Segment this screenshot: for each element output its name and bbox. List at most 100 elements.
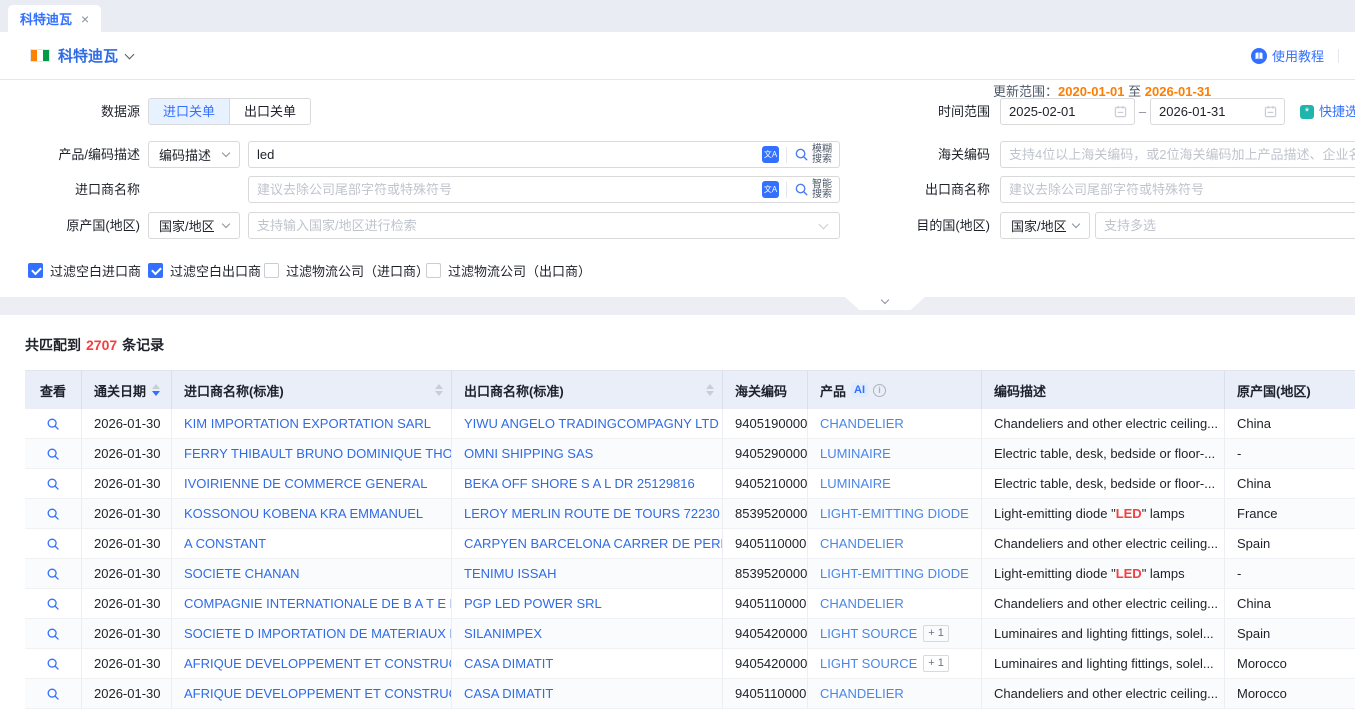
exporter-link[interactable]: PGP LED POWER SRL [464, 596, 602, 611]
row-date: 2026-01-30 [82, 409, 172, 438]
magnifier-icon[interactable] [46, 537, 60, 551]
importer-link[interactable]: KIM IMPORTATION EXPORTATION SARL [184, 416, 431, 431]
product-link[interactable]: CHANDELIER [820, 416, 904, 431]
magnifier-icon[interactable] [46, 417, 60, 431]
checkbox-filter-logistics-exporter[interactable]: 过滤物流公司（出口商） [426, 261, 591, 280]
product-type-select[interactable]: 编码描述 [148, 141, 240, 168]
exporter-link[interactable]: CARPYEN BARCELONA CARRER DE PERE IV [464, 536, 723, 551]
product-link[interactable]: LUMINAIRE [820, 476, 891, 491]
product-link[interactable]: LIGHT-EMITTING DIODE [820, 506, 969, 521]
hs-code: 8539520000 [723, 559, 808, 588]
column-header-exporter[interactable]: 出口商名称(标准) [452, 371, 723, 409]
code-description: Light-emitting diode "LED" lamps [982, 559, 1225, 588]
book-icon [1251, 48, 1267, 64]
start-date-input[interactable] [1000, 98, 1135, 125]
origin-country-input[interactable] [249, 213, 820, 238]
magnifier-icon[interactable] [46, 657, 60, 671]
row-date: 2026-01-30 [82, 649, 172, 678]
tutorial-button[interactable]: 使用教程 [1251, 46, 1324, 65]
sort-icon[interactable] [152, 384, 160, 396]
sort-icon[interactable] [706, 384, 714, 396]
exporter-link[interactable]: TENIMU ISSAH [464, 566, 556, 581]
view-row-button[interactable] [25, 469, 82, 498]
view-row-button[interactable] [25, 589, 82, 618]
magnifier-icon[interactable] [46, 627, 60, 641]
exporter-link[interactable]: LEROY MERLIN ROUTE DE TOURS 72230 M [464, 506, 723, 521]
tab-import-declarations[interactable]: 进口关单 [149, 99, 229, 124]
exporter-link[interactable]: SILANIMPEX [464, 626, 542, 641]
sort-icon[interactable] [435, 384, 443, 396]
close-icon[interactable]: × [81, 12, 89, 26]
plus-badge[interactable]: + 1 [923, 655, 949, 672]
product-link[interactable]: LIGHT SOURCE [820, 656, 917, 671]
start-date-value[interactable] [1001, 99, 1114, 124]
end-date-value[interactable] [1151, 99, 1264, 124]
importer-link[interactable]: A CONSTANT [184, 536, 266, 551]
view-row-button[interactable] [25, 679, 82, 708]
importer-link[interactable]: KOSSONOU KOBENA KRA EMMANUEL [184, 506, 423, 521]
translate-icon[interactable]: 文A [762, 146, 779, 163]
importer-cell: SOCIETE D IMPORTATION DE MATERIAUX E... [172, 619, 452, 648]
exporter-link[interactable]: CASA DIMATIT [464, 686, 553, 701]
translate-icon[interactable]: 文A [762, 181, 779, 198]
checkbox-filter-blank-importer[interactable]: 过滤空白进口商 [28, 261, 141, 280]
product-link[interactable]: CHANDELIER [820, 686, 904, 701]
importer-input[interactable] [249, 177, 762, 202]
column-header-importer[interactable]: 进口商名称(标准) [172, 371, 452, 409]
product-link[interactable]: LUMINAIRE [820, 446, 891, 461]
product-search-input[interactable] [249, 142, 762, 167]
view-row-button[interactable] [25, 649, 82, 678]
origin-type-select-value: 国家/地区 [159, 216, 215, 235]
exporter-link[interactable]: YIWU ANGELO TRADINGCOMPAGNY LTD [464, 416, 719, 431]
product-link[interactable]: CHANDELIER [820, 596, 904, 611]
smart-search-button[interactable]: 智能搜索 [794, 180, 839, 200]
product-link[interactable]: LIGHT-EMITTING DIODE [820, 566, 969, 581]
importer-cell: A CONSTANT [172, 529, 452, 558]
checkbox-filter-blank-exporter[interactable]: 过滤空白出口商 [148, 261, 261, 280]
magnifier-icon[interactable] [46, 597, 60, 611]
destination-type-select[interactable]: 国家/地区 [1000, 212, 1090, 239]
exporter-input[interactable] [1001, 177, 1355, 202]
magnifier-icon[interactable] [46, 477, 60, 491]
hs-code-box [1000, 141, 1355, 168]
product-link[interactable]: LIGHT SOURCE [820, 626, 917, 641]
importer-link[interactable]: IVOIRIENNE DE COMMERCE GENERAL [184, 476, 427, 491]
plus-badge[interactable]: + 1 [923, 625, 949, 642]
exporter-link[interactable]: OMNI SHIPPING SAS [464, 446, 593, 461]
exporter-link[interactable]: CASA DIMATIT [464, 656, 553, 671]
chevron-down-icon[interactable] [125, 50, 135, 60]
magnifier-icon[interactable] [46, 567, 60, 581]
info-icon[interactable]: i [873, 384, 886, 397]
view-row-button[interactable] [25, 559, 82, 588]
end-date-input[interactable] [1150, 98, 1285, 125]
importer-link[interactable]: FERRY THIBAULT BRUNO DOMINIQUE THO... [184, 446, 452, 461]
product-link[interactable]: CHANDELIER [820, 536, 904, 551]
destination-country-input[interactable] [1096, 213, 1355, 238]
magnifier-icon[interactable] [46, 507, 60, 521]
exporter-link[interactable]: BEKA OFF SHORE S A L DR 25129816 [464, 476, 695, 491]
row-date: 2026-01-30 [82, 679, 172, 708]
magnifier-icon[interactable] [46, 447, 60, 461]
importer-link[interactable]: COMPAGNIE INTERNATIONALE DE B A T E R [184, 596, 452, 611]
tab-export-declarations[interactable]: 出口关单 [229, 99, 310, 124]
importer-link[interactable]: AFRIQUE DEVELOPPEMENT ET CONSTRUCT... [184, 656, 452, 671]
tab-cote-divoire[interactable]: 科特迪瓦 × [8, 5, 101, 32]
view-row-button[interactable] [25, 619, 82, 648]
importer-link[interactable]: AFRIQUE DEVELOPPEMENT ET CONSTRUCT... [184, 686, 452, 701]
country-title[interactable]: 科特迪瓦 [58, 45, 118, 66]
view-row-button[interactable] [25, 439, 82, 468]
collapse-filters-button[interactable] [845, 297, 925, 310]
importer-link[interactable]: SOCIETE D IMPORTATION DE MATERIAUX E... [184, 626, 452, 641]
importer-link[interactable]: SOCIETE CHANAN [184, 566, 300, 581]
hs-code-input[interactable] [1001, 142, 1355, 167]
origin-type-select[interactable]: 国家/地区 [148, 212, 240, 239]
view-row-button[interactable] [25, 409, 82, 438]
origin-country: Spain [1225, 529, 1355, 558]
checkbox-filter-logistics-importer[interactable]: 过滤物流公司（进口商） [264, 261, 429, 280]
quick-select-button[interactable]: * 快捷选 [1300, 98, 1355, 125]
view-row-button[interactable] [25, 499, 82, 528]
magnifier-icon[interactable] [46, 687, 60, 701]
view-row-button[interactable] [25, 529, 82, 558]
column-header-date[interactable]: 通关日期 [82, 371, 172, 409]
fuzzy-search-button[interactable]: 模糊搜索 [794, 145, 839, 165]
